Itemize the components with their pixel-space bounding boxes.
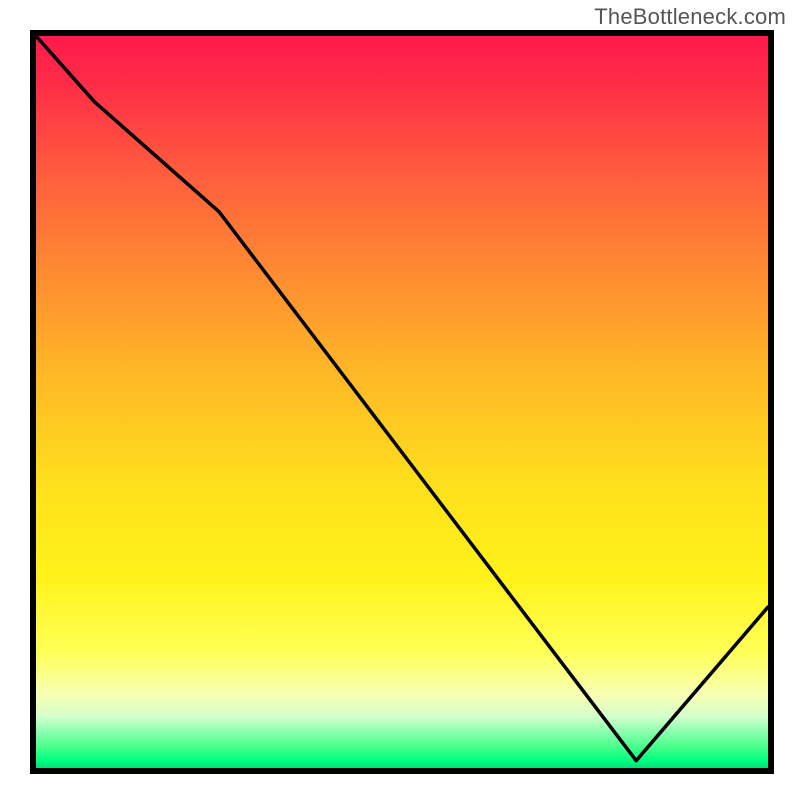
chart-stage: TheBottleneck.com <box>0 0 800 800</box>
plot-frame <box>30 30 774 774</box>
bottleneck-line <box>36 36 768 768</box>
watermark-label: TheBottleneck.com <box>594 4 786 30</box>
